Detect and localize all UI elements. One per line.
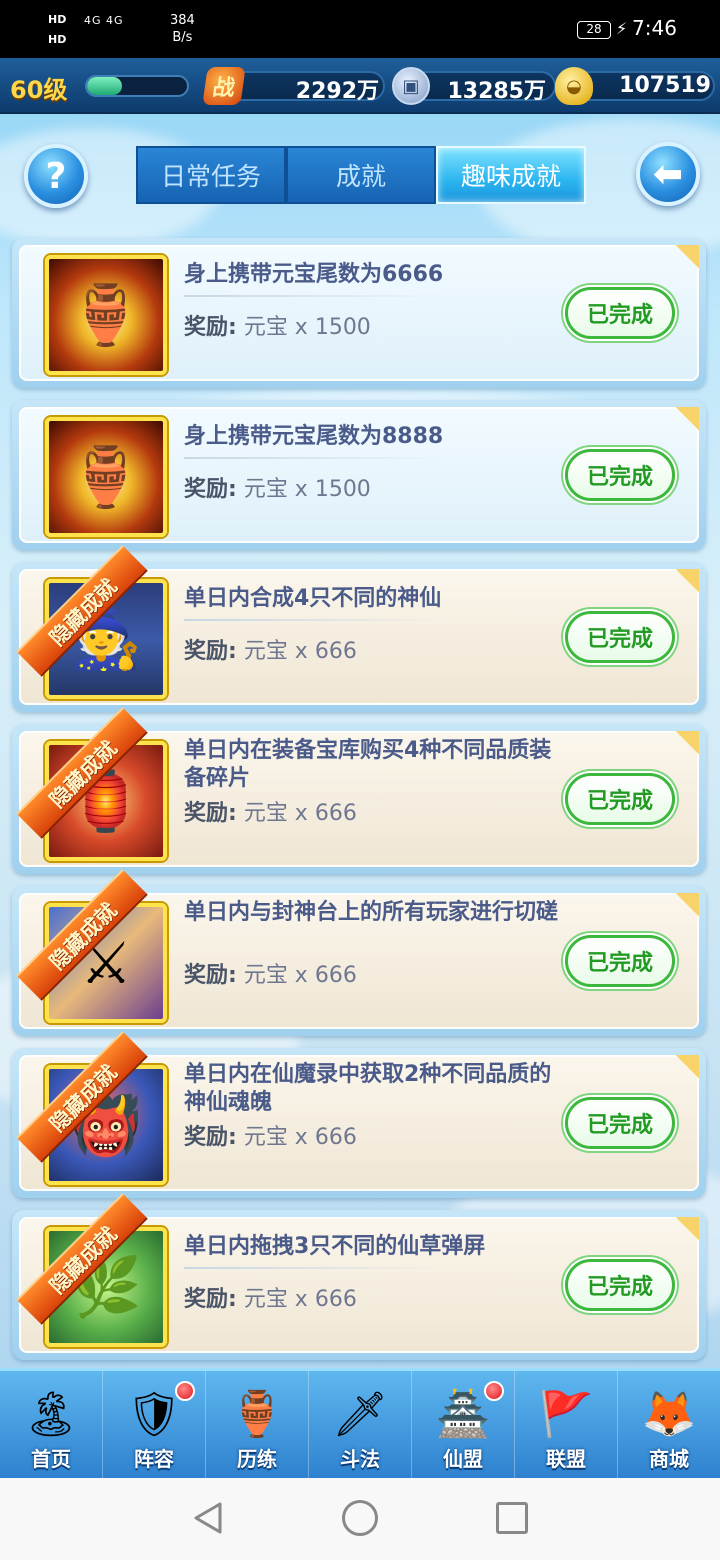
signal-icon: 4G 4G (84, 14, 124, 27)
achievement-list[interactable]: 🏺 身上携带元宝尾数为6666 奖励: 元宝 x 1500 已完成 🏺 身上携带… (12, 238, 706, 1366)
notification-dot (484, 1381, 504, 1401)
gold-treasure-bowl-icon: 🏺 (45, 417, 167, 537)
nav-lineup[interactable]: 🛡 阵容 (103, 1371, 206, 1478)
tab-daily-tasks[interactable]: 日常任务 (136, 146, 286, 204)
corner-ornament (663, 1055, 699, 1085)
combat-power-value: 2292万 (295, 79, 379, 104)
battle-sword-icon: 🗡 (332, 1389, 388, 1440)
task-reward: 奖励: 元宝 x 1500 (184, 477, 371, 502)
back-button[interactable]: ⬅ (636, 142, 700, 206)
completed-button[interactable]: 已完成 (565, 449, 675, 501)
completed-button[interactable]: 已完成 (565, 1259, 675, 1311)
xp-bar (85, 75, 189, 97)
battery-icon: 28 (577, 21, 611, 39)
home-circle-icon[interactable] (342, 1500, 378, 1536)
help-button[interactable]: ? (24, 144, 88, 208)
achievement-card: 🏺 身上携带元宝尾数为8888 奖励: 元宝 x 1500 已完成 (12, 400, 706, 550)
tab-fun-achievements[interactable]: 趣味成就 (436, 146, 586, 204)
task-reward: 奖励: 元宝 x 666 (184, 1287, 357, 1312)
nav-home[interactable]: 🏝 首页 (0, 1371, 103, 1478)
alliance-banner-icon: 🚩 (538, 1389, 594, 1440)
back-arrow-icon: ⬅ (652, 153, 684, 195)
tab-achievements[interactable]: 成就 (286, 146, 436, 204)
completed-button[interactable]: 已完成 (565, 935, 675, 987)
corner-ornament (663, 569, 699, 599)
completed-button[interactable]: 已完成 (565, 611, 675, 663)
nav-training[interactable]: 🏺 历练 (206, 1371, 309, 1478)
task-reward: 奖励: 元宝 x 1500 (184, 315, 371, 340)
training-gourd-icon: 🏺 (229, 1389, 285, 1440)
nav-alliance[interactable]: 🚩 联盟 (515, 1371, 618, 1478)
achievement-card: 🏮 隐藏成就 单日内在装备宝库购买4种不同品质装备碎片 奖励: 元宝 x 666… (12, 707, 706, 874)
system-nav-bar (0, 1478, 720, 1560)
hd-indicator: HD HD (48, 13, 67, 46)
nav-shop[interactable]: 🦊 商城 (618, 1371, 720, 1478)
combat-icon: 战 (202, 67, 246, 105)
task-reward: 奖励: 元宝 x 666 (184, 639, 357, 664)
copper-coin-icon: ▣ (392, 67, 430, 105)
charging-icon: ⚡ (616, 19, 628, 38)
gold-ingot-value: 107519 (619, 73, 711, 98)
bottom-nav: 🏝 首页 🛡 阵容 🏺 历练 🗡 斗法 🏯 仙盟 🚩 联盟 🦊 商城 (0, 1368, 720, 1478)
achievement-card: 🏺 身上携带元宝尾数为6666 奖励: 元宝 x 1500 已完成 (12, 238, 706, 388)
recent-apps-square-icon[interactable] (496, 1502, 528, 1534)
question-mark-icon: ? (45, 155, 67, 197)
network-speed: 384 B/s (170, 13, 195, 45)
status-bar: HD HD 4G 4G 384 B/s 28 ⚡ 7:46 (0, 0, 720, 58)
combat-power: 2292万 战 (202, 67, 385, 105)
gold-ingot-currency: 107519 ◒ (555, 67, 715, 105)
resource-bar: 60级 2292万 战 13285万 ▣ 107519 ◒ (0, 58, 720, 114)
copper-currency: 13285万 ▣ (392, 67, 556, 105)
task-reward: 奖励: 元宝 x 666 (184, 801, 357, 826)
back-triangle-icon[interactable] (190, 1500, 226, 1536)
task-title: 单日内在仙魔录中获取2种不同品质的神仙魂魄 (184, 1062, 552, 1115)
task-title: 身上携带元宝尾数为8888 (184, 424, 444, 449)
task-title: 单日内拖拽3只不同的仙草弹屏 (184, 1234, 486, 1259)
home-island-icon: 🏝 (23, 1389, 79, 1440)
player-level: 60级 (10, 76, 68, 104)
task-reward: 奖励: 元宝 x 666 (184, 1125, 357, 1150)
completed-button[interactable]: 已完成 (565, 1097, 675, 1149)
task-reward: 奖励: 元宝 x 666 (184, 963, 357, 988)
copper-value: 13285万 (447, 79, 546, 104)
corner-ornament (663, 407, 699, 437)
game-screen: 60级 2292万 战 13285万 ▣ 107519 ◒ ? ⬅ 日常任务 成… (0, 58, 720, 1478)
achievement-card: 🌿 隐藏成就 单日内拖拽3只不同的仙草弹屏 奖励: 元宝 x 666 已完成 (12, 1193, 706, 1360)
notification-dot (175, 1381, 195, 1401)
nav-immortal-alliance[interactable]: 🏯 仙盟 (412, 1371, 515, 1478)
tab-bar: 日常任务 成就 趣味成就 (136, 146, 586, 206)
shop-fox-girl-icon: 🦊 (641, 1389, 697, 1440)
xp-bar-fill (87, 77, 122, 95)
clock: 7:46 (632, 16, 677, 40)
achievement-card: 🧙 隐藏成就 单日内合成4只不同的神仙 奖励: 元宝 x 666 已完成 (12, 545, 706, 712)
corner-ornament (663, 731, 699, 761)
task-title: 身上携带元宝尾数为6666 (184, 262, 444, 287)
corner-ornament (663, 245, 699, 275)
corner-ornament (663, 1217, 699, 1247)
completed-button[interactable]: 已完成 (565, 773, 675, 825)
task-title: 单日内合成4只不同的神仙 (184, 586, 442, 611)
task-title: 单日内与封神台上的所有玩家进行切磋 (184, 900, 559, 925)
corner-ornament (663, 893, 699, 923)
achievement-card: 👹 隐藏成就 单日内在仙魔录中获取2种不同品质的神仙魂魄 奖励: 元宝 x 66… (12, 1031, 706, 1198)
task-title: 单日内在装备宝库购买4种不同品质装备碎片 (184, 738, 552, 791)
gold-ingot-icon: ◒ (555, 67, 593, 105)
achievement-card: ⚔ 隐藏成就 单日内与封神台上的所有玩家进行切磋 奖励: 元宝 x 666 已完… (12, 869, 706, 1036)
gold-treasure-bowl-icon: 🏺 (45, 255, 167, 375)
completed-button[interactable]: 已完成 (565, 287, 675, 339)
nav-battle[interactable]: 🗡 斗法 (309, 1371, 412, 1478)
